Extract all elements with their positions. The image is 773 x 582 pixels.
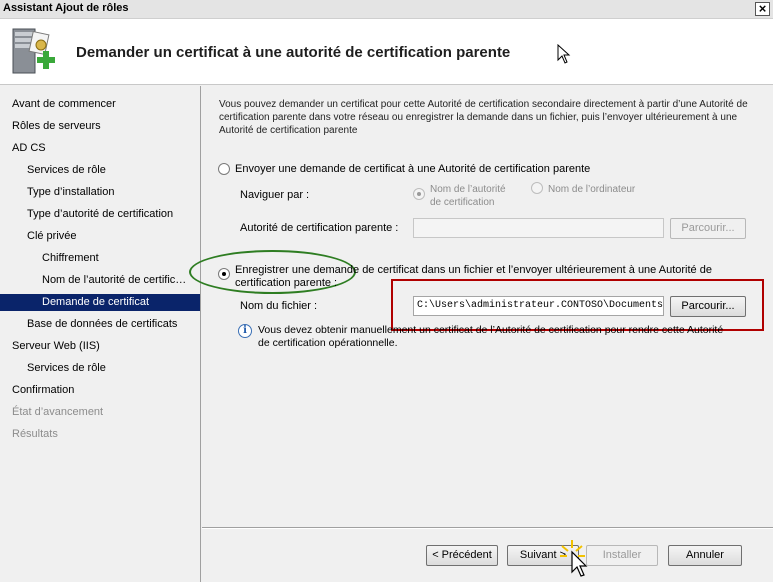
nav-item-iis-role-services[interactable]: Services de rôle xyxy=(27,360,197,377)
click-cursor-icon xyxy=(560,540,588,577)
nav-item-ca-type[interactable]: Type d’autorité de certification xyxy=(27,206,197,223)
nav-item-results: Résultats xyxy=(12,428,58,440)
nav-item-ca-name[interactable]: Nom de l’autorité de certific… xyxy=(42,272,198,289)
nav-item-server-roles[interactable]: Rôles de serveurs xyxy=(12,118,197,135)
save-request-label-line1: Enregistrer une demande de certificat da… xyxy=(235,264,712,276)
send-request-radio[interactable] xyxy=(218,163,230,175)
save-request-radio[interactable] xyxy=(218,268,230,280)
parent-ca-label: Autorité de certification parente : xyxy=(240,222,399,234)
browse-by-ca-name-label: Nom de l’autorité de certification xyxy=(430,183,506,209)
wizard-steps-nav: Avant de commencer Rôles de serveurs AD … xyxy=(0,86,201,582)
cancel-button[interactable]: Annuler xyxy=(668,545,742,566)
browse-by-computer-radio[interactable] xyxy=(531,182,543,194)
nav-item-web-server-iis[interactable]: Serveur Web (IIS) xyxy=(12,338,197,355)
browse-by-computer-label: Nom de l’ordinateur xyxy=(548,184,636,195)
nav-item-cryptography[interactable]: Chiffrement xyxy=(42,250,198,267)
browse-by-label: Naviguer par : xyxy=(240,189,310,201)
info-message-line1: Vous devez obtenir manuellement un certi… xyxy=(258,324,724,336)
window-title: Assistant Ajout de rôles xyxy=(3,2,129,14)
page-heading: Demander un certificat à une autorité de… xyxy=(76,44,511,61)
mouse-cursor-icon xyxy=(557,44,571,64)
nav-item-progress: État d’avancement xyxy=(12,406,104,418)
previous-button[interactable]: < Précédent xyxy=(426,545,498,566)
nav-item-certificate-database[interactable]: Base de données de certificats xyxy=(27,316,197,333)
nav-item-before-you-begin[interactable]: Avant de commencer xyxy=(12,96,197,113)
parent-ca-field[interactable] xyxy=(413,218,664,238)
parent-ca-browse-button[interactable]: Parcourir... xyxy=(670,218,746,239)
browse-by-ca-name-line2: de certification xyxy=(430,197,495,208)
nav-item-setup-type[interactable]: Type d’installation xyxy=(27,184,197,201)
browse-by-ca-name-radio[interactable] xyxy=(413,188,425,200)
filename-label: Nom du fichier : xyxy=(240,300,318,312)
main-panel: Vous pouvez demander un certificat pour … xyxy=(189,86,773,527)
nav-item-ad-cs[interactable]: AD CS xyxy=(12,140,197,157)
browse-by-ca-name-line1: Nom de l’autorité xyxy=(430,184,506,195)
info-icon: i xyxy=(238,324,252,338)
info-message: Vous devez obtenir manuellement un certi… xyxy=(258,324,723,350)
nav-item-role-services[interactable]: Services de rôle xyxy=(27,162,197,179)
filename-field[interactable]: C:\Users\administrateur.CONTOSO\Document… xyxy=(413,296,664,316)
install-button[interactable]: Installer xyxy=(586,545,658,566)
nav-item-confirmation[interactable]: Confirmation xyxy=(12,382,197,399)
wizard-window: Assistant Ajout de rôles × Demander un c… xyxy=(0,0,773,582)
close-button[interactable]: × xyxy=(755,2,770,16)
filename-browse-button[interactable]: Parcourir... xyxy=(670,296,746,317)
nav-item-certificate-request[interactable]: Demande de certificat xyxy=(0,294,200,311)
wizard-header: Demander un certificat à une autorité de… xyxy=(0,19,773,85)
info-message-line2: de certification opérationnelle. xyxy=(258,337,398,349)
footer-separator-highlight xyxy=(202,528,773,529)
intro-text: Vous pouvez demander un certificat pour … xyxy=(219,99,748,136)
send-request-label: Envoyer une demande de certificat à une … xyxy=(235,163,591,175)
server-role-icon xyxy=(12,28,55,74)
save-request-label-line2: certification parente : xyxy=(235,277,338,289)
nav-item-private-key[interactable]: Clé privée xyxy=(27,228,197,245)
title-bar: Assistant Ajout de rôles × xyxy=(0,0,773,19)
